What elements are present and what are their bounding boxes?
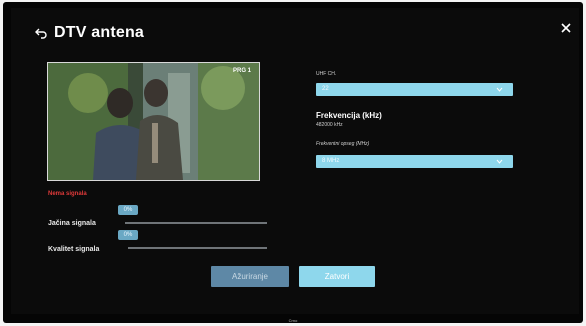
channel-badge: PRG 1 [232, 68, 251, 74]
uhf-channel-label: UHF CH. [316, 71, 337, 77]
close-icon[interactable] [560, 22, 572, 34]
dialog-title: DTV antena [54, 24, 145, 41]
uhf-channel-value: 22 [322, 86, 329, 92]
uhf-channel-select[interactable]: 22 [316, 83, 513, 96]
frequency-value: 482000 kHz [316, 122, 343, 128]
tv-brand: Crno [288, 318, 298, 323]
bandwidth-label: Frekventni opseg (MHz) [316, 141, 370, 147]
preview-image [48, 63, 259, 180]
chevron-down-icon [496, 87, 503, 92]
signal-strength-value: 0% [118, 205, 138, 215]
frequency-label: Frekvencija (kHz) [316, 111, 382, 120]
signal-strength-label: Jačina signala [48, 220, 96, 227]
dialog-header: DTV antena [34, 24, 144, 42]
signal-quality-label: Kvalitet signala [48, 246, 100, 253]
bandwidth-select[interactable]: 8 MHz [316, 155, 513, 168]
no-signal-status: Nema signala [48, 191, 87, 197]
update-button[interactable]: Ažuriranje [211, 266, 289, 287]
video-preview: PRG 1 [47, 62, 260, 181]
chevron-down-icon [496, 159, 503, 164]
bandwidth-value: 8 MHz [322, 158, 340, 164]
close-button[interactable]: Zatvori [299, 266, 375, 287]
signal-quality-value: 0% [118, 230, 138, 240]
signal-strength-bar [125, 222, 267, 224]
back-arrow-icon[interactable] [34, 26, 48, 40]
signal-quality-bar [128, 247, 267, 249]
